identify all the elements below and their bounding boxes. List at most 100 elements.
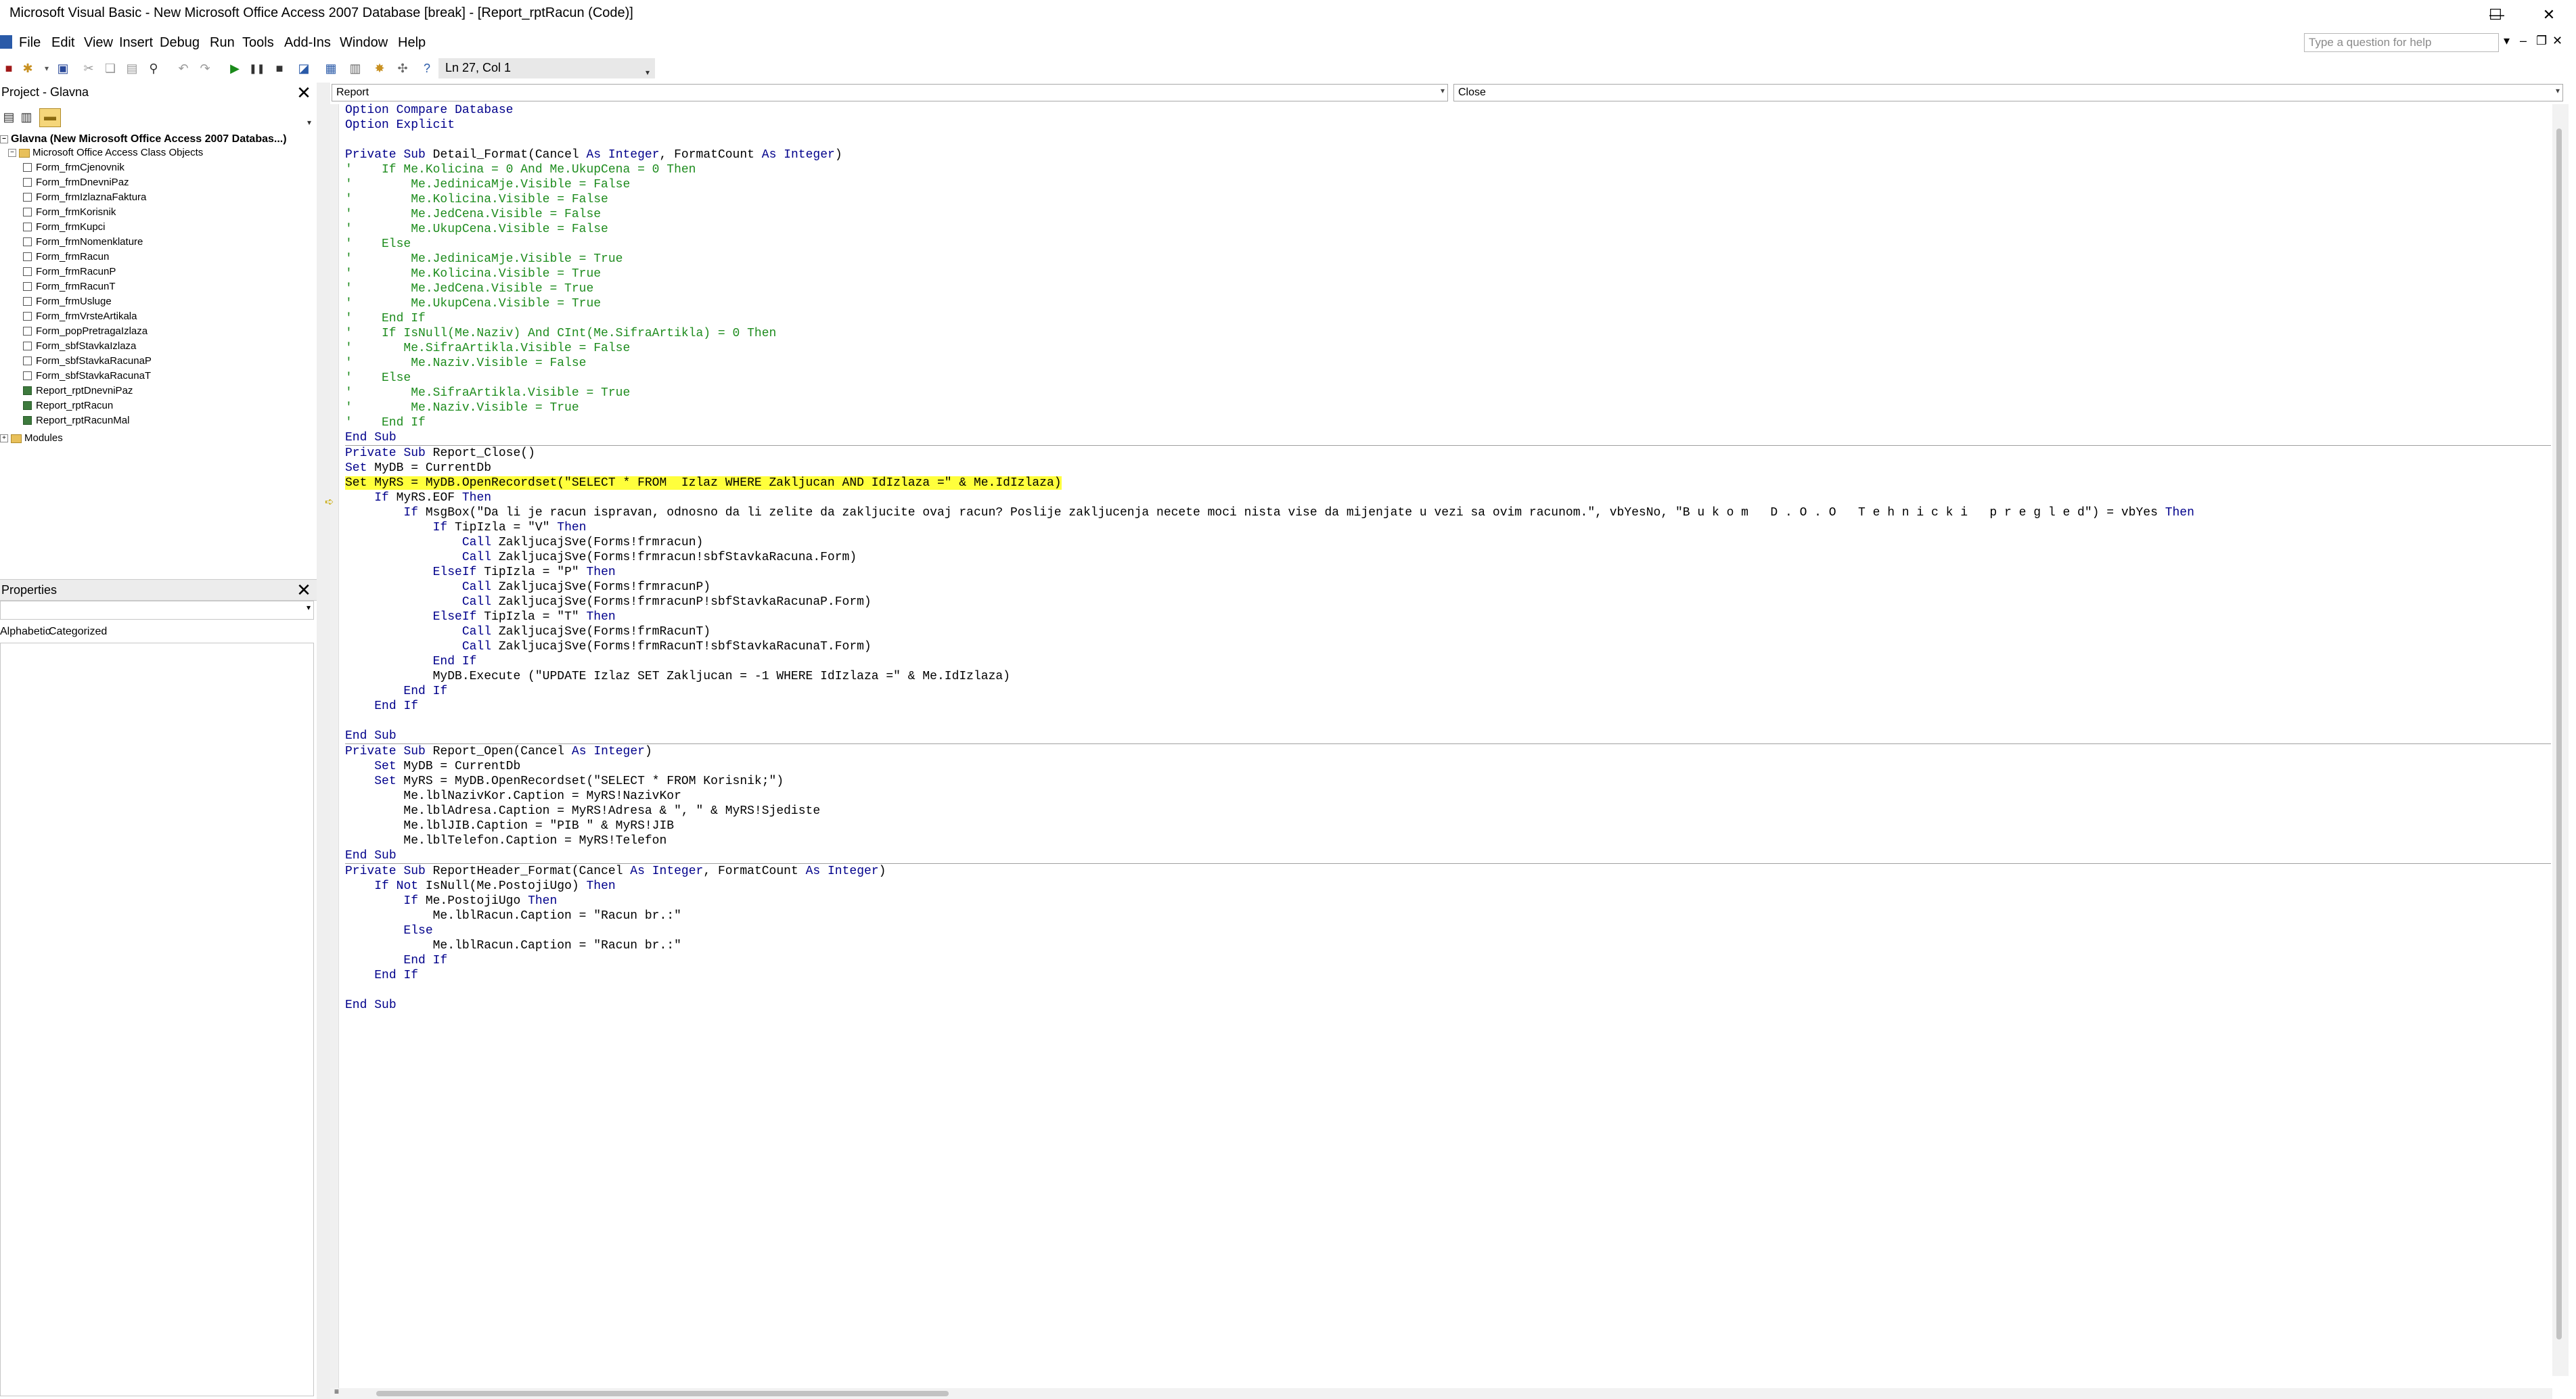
tree-item[interactable]: Form_frmRacun <box>23 250 109 264</box>
menu-edit[interactable]: Edit <box>51 35 74 51</box>
save-icon[interactable]: ▣ <box>55 61 70 76</box>
code-text: Me.lblAdresa.Caption = MyRS!Adresa & ", … <box>345 804 821 818</box>
horizontal-scrollbar[interactable]: ≡ <box>330 1387 2552 1399</box>
tree-item-label: Form_frmNomenklature <box>36 236 143 248</box>
vba-app-icon[interactable] <box>0 35 12 49</box>
find-icon[interactable]: ⚲ <box>146 61 161 76</box>
project-explorer-close-button[interactable]: ✕ <box>294 83 314 103</box>
code-line: Set MyRS = MyDB.OpenRecordset("SELECT * … <box>345 476 2551 490</box>
procedure-select[interactable]: Close ▾ <box>1453 84 2563 101</box>
mdi-restore-button[interactable]: ❐ <box>2536 34 2547 48</box>
full-module-view-icon[interactable]: ≡ <box>334 1387 339 1396</box>
expand-icon[interactable]: + <box>0 434 8 443</box>
menu-window[interactable]: Window <box>340 35 388 51</box>
menu-help[interactable]: Help <box>398 35 426 51</box>
tree-item[interactable]: Form_frmRacunP <box>23 265 116 279</box>
tree-item[interactable]: Form_frmVrsteArtikala <box>23 310 137 323</box>
toolbar-options-icon[interactable]: ▾ <box>640 65 655 80</box>
code-window-selectors: Report ▾ Close ▾ <box>330 83 2563 103</box>
object-browser-icon[interactable]: ✸ <box>372 61 387 76</box>
margin-indicator-bar[interactable] <box>330 104 339 1390</box>
menu-run[interactable]: Run <box>210 35 235 51</box>
tree-item[interactable]: Form_sbfStavkaIzlaza <box>23 340 136 353</box>
properties-icon[interactable]: ▥ <box>348 61 363 76</box>
code-text: Me.lblTelefon.Caption = MyRS!Telefon <box>345 834 667 848</box>
tree-root[interactable]: − Glavna (New Microsoft Office Access 200… <box>0 133 287 146</box>
code-editor[interactable]: Option Compare Database Option Explicit Pr… <box>345 103 2551 1381</box>
tree-item[interactable]: Form_frmRacunT <box>23 280 116 294</box>
collapse-icon[interactable]: − <box>0 135 8 143</box>
cut-icon[interactable]: ✂ <box>81 61 96 76</box>
view-code-icon[interactable]: ▤ <box>1 110 16 124</box>
project-toolbar-dropdown-icon[interactable]: ▾ <box>302 115 317 130</box>
code-text: ' Me.UkupCena.Visible = False <box>345 223 608 236</box>
properties-grid[interactable] <box>0 643 314 1396</box>
tab-alphabetic[interactable]: Alphabetic <box>0 626 51 638</box>
insert-dropdown-icon[interactable]: ▾ <box>39 61 54 76</box>
code-text: ' Me.SifraArtikla.Visible = False <box>345 342 631 355</box>
tree-modules-folder[interactable]: + Modules <box>0 432 63 445</box>
object-select[interactable]: Report ▾ <box>332 84 1448 101</box>
tree-item[interactable]: Form_frmUsluge <box>23 295 112 308</box>
tree-class-folder-label: Microsoft Office Access Class Objects <box>32 147 204 158</box>
form-module-icon <box>23 281 32 291</box>
help-dropdown-icon[interactable]: ▾ <box>2504 34 2510 48</box>
tree-item[interactable]: Form_frmIzlaznaFaktura <box>23 191 146 204</box>
tree-item[interactable]: Form_frmDnevniPaz <box>23 176 129 189</box>
tree-item[interactable]: Form_frmKorisnik <box>23 206 116 219</box>
undo-icon[interactable]: ↶ <box>176 61 191 76</box>
code-line: Set MyDB = CurrentDb <box>345 461 2551 476</box>
tab-categorized[interactable]: Categorized <box>49 626 107 638</box>
properties-close-button[interactable]: ✕ <box>294 580 314 600</box>
code-line: End If <box>345 953 2551 968</box>
collapse-icon[interactable]: − <box>8 149 16 158</box>
toggle-folders-icon[interactable]: ▬ <box>39 108 61 127</box>
code-text: End If <box>374 700 419 713</box>
tree-item[interactable]: Report_rptDnevniPaz <box>23 384 133 398</box>
tree-item[interactable]: Form_frmNomenklature <box>23 235 143 249</box>
mdi-minimize-button[interactable]: – <box>2520 34 2527 48</box>
toolbox-icon[interactable]: ✣ <box>395 61 410 76</box>
properties-header: Properties ✕ <box>0 579 317 601</box>
horizontal-scroll-thumb[interactable] <box>376 1391 949 1396</box>
tree-item[interactable]: Report_rptRacun <box>23 399 113 413</box>
code-text: Me.lblRacun.Caption = "Racun br.:" <box>345 909 681 923</box>
menu-view[interactable]: View <box>84 35 113 51</box>
help-search-input[interactable]: Type a question for help <box>2304 33 2499 52</box>
tree-class-folder[interactable]: − Microsoft Office Access Class Objects <box>8 146 203 160</box>
tree-item[interactable]: Form_sbfStavkaRacunaT <box>23 369 151 383</box>
break-icon[interactable]: ❚❚ <box>249 61 265 76</box>
design-mode-icon[interactable]: ◪ <box>296 61 311 76</box>
maximize-button[interactable]: ☐ <box>2468 0 2523 30</box>
menu-add-ins[interactable]: Add-Ins <box>284 35 331 51</box>
access-icon[interactable]: ■ <box>1 61 16 76</box>
reset-icon[interactable]: ■ <box>272 61 287 76</box>
tree-item[interactable]: Form_frmCjenovnik <box>23 161 125 175</box>
vertical-scrollbar[interactable] <box>2552 104 2569 1376</box>
help-icon[interactable]: ? <box>420 61 434 76</box>
tree-item[interactable]: Form_frmKupci <box>23 221 106 234</box>
mdi-close-button[interactable]: ✕ <box>2552 34 2562 48</box>
properties-tabs: Alphabetic Categorized <box>0 622 317 643</box>
properties-object-select[interactable]: ▾ <box>0 601 314 620</box>
tree-item[interactable]: Report_rptRacunMal <box>23 414 129 428</box>
menu-debug[interactable]: Debug <box>160 35 200 51</box>
insert-module-icon[interactable]: ✱ <box>20 61 35 76</box>
close-window-button[interactable]: ✕ <box>2522 0 2576 30</box>
paste-icon[interactable]: ▤ <box>125 61 139 76</box>
menu-tools[interactable]: Tools <box>242 35 274 51</box>
run-icon[interactable]: ▶ <box>227 61 242 76</box>
menu-insert[interactable]: Insert <box>119 35 153 51</box>
form-module-icon <box>23 371 32 380</box>
pane-splitter[interactable] <box>317 83 330 1399</box>
vertical-scroll-thumb[interactable] <box>2556 129 2562 1339</box>
copy-icon[interactable]: ❏ <box>103 61 118 76</box>
code-text: End Sub <box>345 999 397 1012</box>
view-object-icon[interactable]: ▥ <box>19 110 34 124</box>
menu-file[interactable]: File <box>19 35 41 51</box>
code-text: Option Explicit <box>345 118 455 132</box>
tree-item[interactable]: Form_sbfStavkaRacunaP <box>23 354 152 368</box>
tree-item[interactable]: Form_popPretragaIzlaza <box>23 325 148 338</box>
project-explorer-icon[interactable]: ▦ <box>323 61 338 76</box>
redo-icon[interactable]: ↷ <box>198 61 212 76</box>
